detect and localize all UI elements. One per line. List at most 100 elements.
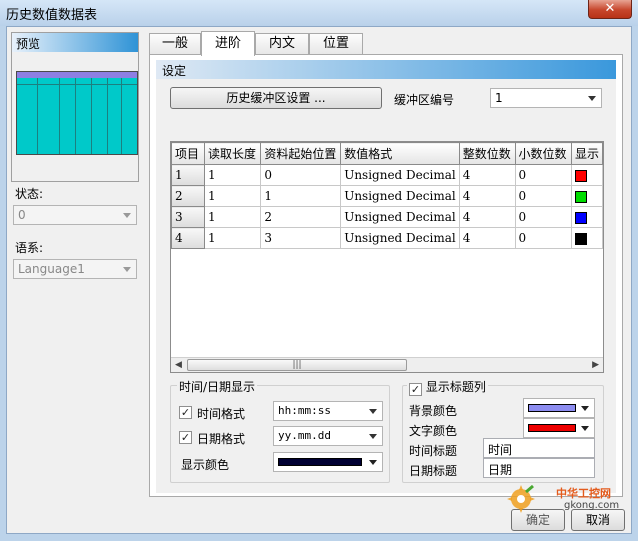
cell-start[interactable]: 0: [260, 164, 342, 186]
cell-format[interactable]: Unsigned Decimal: [340, 185, 460, 207]
display-color-picker[interactable]: [273, 452, 383, 472]
chevron-down-icon: [369, 434, 377, 439]
show-title-column-label: 显示标题列: [425, 380, 486, 394]
tab-content[interactable]: 内文: [255, 33, 309, 55]
cell-length[interactable]: 1: [203, 164, 262, 186]
color-swatch: [574, 190, 587, 203]
chevron-down-icon: [369, 409, 377, 414]
window-titlebar: 历史数值数据表 ✕: [0, 0, 638, 26]
preview-thumb-header: [17, 72, 137, 78]
buffer-number-label: 缓冲区编号: [394, 93, 455, 107]
show-title-column-checkbox[interactable]: ✓: [409, 383, 422, 396]
chevron-down-icon: [123, 267, 131, 272]
cell-display-color[interactable]: [570, 164, 603, 186]
checkmark-icon: ✓: [180, 431, 191, 444]
time-format-label: 时间格式: [197, 407, 246, 421]
cell-display-color[interactable]: [570, 227, 603, 249]
close-icon: ✕: [604, 1, 616, 16]
cell-display-color[interactable]: [570, 206, 603, 228]
table-row[interactable]: 4 1 3 Unsigned Decimal 4 0: [171, 227, 603, 249]
color-bar: [528, 424, 576, 432]
status-select[interactable]: 0: [13, 205, 137, 225]
window-title: 历史数值数据表: [6, 8, 98, 23]
color-swatch: [574, 169, 587, 182]
language-label: 语系:: [15, 241, 44, 255]
table-row[interactable]: 1 1 0 Unsigned Decimal 4 0: [171, 164, 603, 186]
preview-grid-line: [37, 78, 38, 154]
color-swatch: [574, 211, 587, 224]
date-format-select[interactable]: yy.mm.dd: [273, 426, 383, 446]
scrollbar-thumb[interactable]: |||: [187, 359, 407, 371]
date-format-value: yy.mm.dd: [278, 429, 331, 442]
cell-dec-digits[interactable]: 0: [514, 206, 572, 228]
time-format-select[interactable]: hh:mm:ss: [273, 401, 383, 421]
column-header-item[interactable]: 项目: [171, 142, 205, 165]
text-color-label: 文字颜色: [409, 424, 458, 438]
language-select[interactable]: Language1: [13, 259, 137, 279]
cell-int-digits[interactable]: 4: [458, 164, 516, 186]
cell-format[interactable]: Unsigned Decimal: [340, 164, 460, 186]
table-header-row: 项目 读取长度 资料起始位置 数值格式 整数位数 小数位数 显示: [171, 142, 603, 165]
column-header-display[interactable]: 显示: [570, 142, 603, 165]
buffer-number-select[interactable]: 1: [490, 88, 602, 108]
cell-start[interactable]: 2: [260, 206, 342, 228]
cell-length[interactable]: 1: [203, 185, 262, 207]
time-format-checkbox[interactable]: ✓: [179, 406, 192, 419]
cell-format[interactable]: Unsigned Decimal: [340, 206, 460, 228]
watermark: 中华工控网 gkong.com: [506, 484, 626, 514]
tab-general[interactable]: 一般: [149, 33, 201, 55]
row-header[interactable]: 3: [171, 206, 205, 228]
tab-position[interactable]: 位置: [309, 33, 363, 55]
column-header-length[interactable]: 读取长度: [203, 142, 262, 165]
title-column-group: ✓ 显示标题列 背景颜色 文字颜色 时间标题 时间 日期标题 日期: [402, 378, 604, 483]
buffer-item-table[interactable]: 项目 读取长度 资料起始位置 数值格式 整数位数 小数位数 显示 1 1 0 U…: [170, 141, 604, 373]
row-header[interactable]: 4: [171, 227, 205, 249]
preview-grid-line: [107, 78, 108, 154]
chevron-down-icon: [123, 213, 131, 218]
cell-int-digits[interactable]: 4: [458, 206, 516, 228]
text-color-picker[interactable]: [523, 418, 595, 438]
cell-length[interactable]: 1: [203, 227, 262, 249]
preview-grid-line: [75, 78, 76, 154]
column-header-int-digits[interactable]: 整数位数: [458, 142, 516, 165]
table-row[interactable]: 2 1 1 Unsigned Decimal 4 0: [171, 185, 603, 207]
table-row[interactable]: 3 1 2 Unsigned Decimal 4 0: [171, 206, 603, 228]
bg-color-picker[interactable]: [523, 398, 595, 418]
cell-start[interactable]: 3: [260, 227, 342, 249]
column-header-dec-digits[interactable]: 小数位数: [514, 142, 572, 165]
scroll-right-icon[interactable]: ▶: [592, 360, 599, 370]
chevron-down-icon: [588, 96, 596, 101]
time-title-input[interactable]: 时间: [483, 438, 595, 458]
close-button[interactable]: ✕: [588, 0, 632, 19]
preview-grid-line: [121, 78, 122, 154]
date-format-checkbox[interactable]: ✓: [179, 431, 192, 444]
cell-display-color[interactable]: [570, 185, 603, 207]
cell-start[interactable]: 1: [260, 185, 342, 207]
preview-panel: 预览: [11, 32, 139, 182]
checkmark-icon: ✓: [410, 383, 421, 396]
color-bar: [278, 458, 362, 466]
column-header-format[interactable]: 数值格式: [340, 142, 460, 165]
settings-header: 设定: [156, 60, 616, 79]
column-header-start[interactable]: 资料起始位置: [260, 142, 342, 165]
cell-format[interactable]: Unsigned Decimal: [340, 227, 460, 249]
cell-int-digits[interactable]: 4: [458, 185, 516, 207]
preview-grid-line: [91, 78, 92, 154]
cell-dec-digits[interactable]: 0: [514, 164, 572, 186]
color-bar: [528, 404, 576, 412]
tab-advanced[interactable]: 进阶: [201, 31, 255, 56]
preview-grid-line: [17, 84, 137, 85]
color-swatch: [574, 232, 587, 245]
history-buffer-button[interactable]: 历史缓冲区设置 ...: [170, 87, 382, 109]
cell-dec-digits[interactable]: 0: [514, 185, 572, 207]
horizontal-scrollbar[interactable]: ◀ ||| ▶: [171, 357, 603, 372]
row-header[interactable]: 1: [171, 164, 205, 186]
date-format-label: 日期格式: [197, 432, 246, 446]
cell-length[interactable]: 1: [203, 206, 262, 228]
scroll-left-icon[interactable]: ◀: [175, 360, 182, 370]
row-header[interactable]: 2: [171, 185, 205, 207]
buffer-number-value: 1: [495, 91, 503, 105]
cell-int-digits[interactable]: 4: [458, 227, 516, 249]
date-title-input[interactable]: 日期: [483, 458, 595, 478]
cell-dec-digits[interactable]: 0: [514, 227, 572, 249]
